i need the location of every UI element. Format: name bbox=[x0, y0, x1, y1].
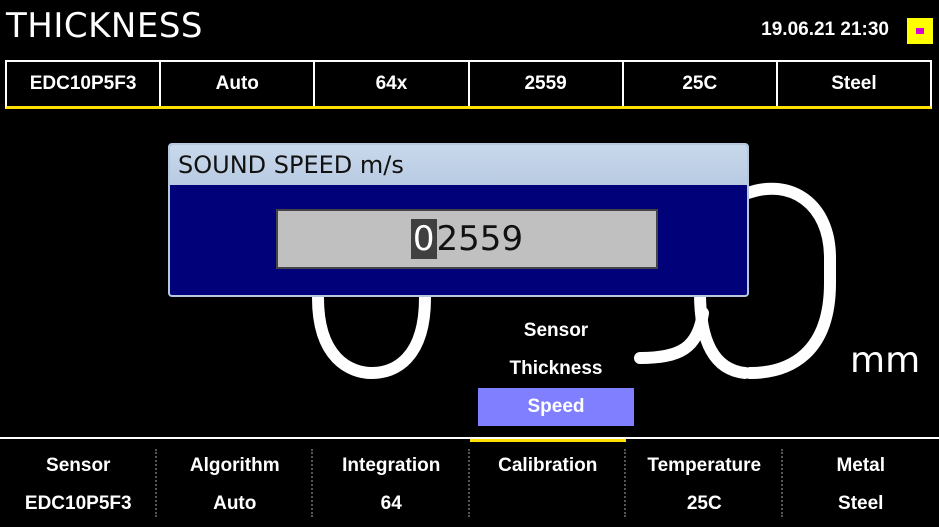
tab-label: Algorithm bbox=[157, 455, 314, 477]
page-title: THICKNESS bbox=[6, 6, 203, 46]
bottom-tab-bar: Sensor EDC10P5F3 Algorithm Auto Integrat… bbox=[0, 437, 939, 527]
tab-calibration[interactable]: Calibration bbox=[470, 439, 627, 527]
status-sensor: EDC10P5F3 bbox=[7, 62, 161, 106]
dialog-title: SOUND SPEED m/s bbox=[170, 145, 747, 185]
battery-indicator bbox=[916, 28, 924, 34]
tab-label: Temperature bbox=[626, 455, 783, 477]
tab-sensor[interactable]: Sensor EDC10P5F3 bbox=[0, 439, 157, 527]
tab-value: Steel bbox=[783, 493, 939, 515]
cursor-digit[interactable]: 0 bbox=[411, 219, 437, 259]
tab-label: Sensor bbox=[0, 455, 157, 477]
status-integration: 64x bbox=[315, 62, 469, 106]
tab-temperature[interactable]: Temperature 25C bbox=[626, 439, 783, 527]
input-value-rest: 2559 bbox=[437, 219, 524, 259]
tab-label: Integration bbox=[313, 455, 470, 477]
tab-metal[interactable]: Metal Steel bbox=[783, 439, 939, 527]
battery-icon bbox=[907, 18, 933, 44]
status-row: EDC10P5F3 Auto 64x 2559 25C Steel bbox=[5, 60, 932, 109]
tab-algorithm[interactable]: Algorithm Auto bbox=[157, 439, 314, 527]
calibration-menu: Sensor Thickness Speed bbox=[478, 312, 634, 426]
digit-right-oval-lower bbox=[700, 293, 745, 373]
status-algorithm: Auto bbox=[161, 62, 315, 106]
tab-value: Auto bbox=[157, 493, 314, 515]
digit-center-segment bbox=[640, 313, 703, 358]
digit-right-oval bbox=[748, 189, 830, 373]
menu-item-speed[interactable]: Speed bbox=[478, 388, 634, 426]
status-speed: 2559 bbox=[470, 62, 624, 106]
menu-item-sensor[interactable]: Sensor bbox=[478, 312, 634, 350]
unit-label: mm bbox=[850, 340, 920, 381]
status-metal: Steel bbox=[778, 62, 930, 106]
tab-value: 25C bbox=[626, 493, 783, 515]
tab-label: Metal bbox=[783, 455, 939, 477]
tab-value: EDC10P5F3 bbox=[0, 493, 157, 515]
sound-speed-dialog: SOUND SPEED m/s 02559 bbox=[168, 143, 749, 297]
sound-speed-input[interactable]: 02559 bbox=[276, 209, 658, 269]
tab-integration[interactable]: Integration 64 bbox=[313, 439, 470, 527]
tab-value: 64 bbox=[313, 493, 470, 515]
title-bar: THICKNESS 19.06.21 21:30 bbox=[0, 0, 939, 58]
menu-item-thickness[interactable]: Thickness bbox=[478, 350, 634, 388]
tab-label: Calibration bbox=[470, 455, 627, 477]
status-temperature: 25C bbox=[624, 62, 778, 106]
datetime: 19.06.21 21:30 bbox=[761, 19, 889, 41]
digit-left-arc bbox=[318, 298, 425, 373]
